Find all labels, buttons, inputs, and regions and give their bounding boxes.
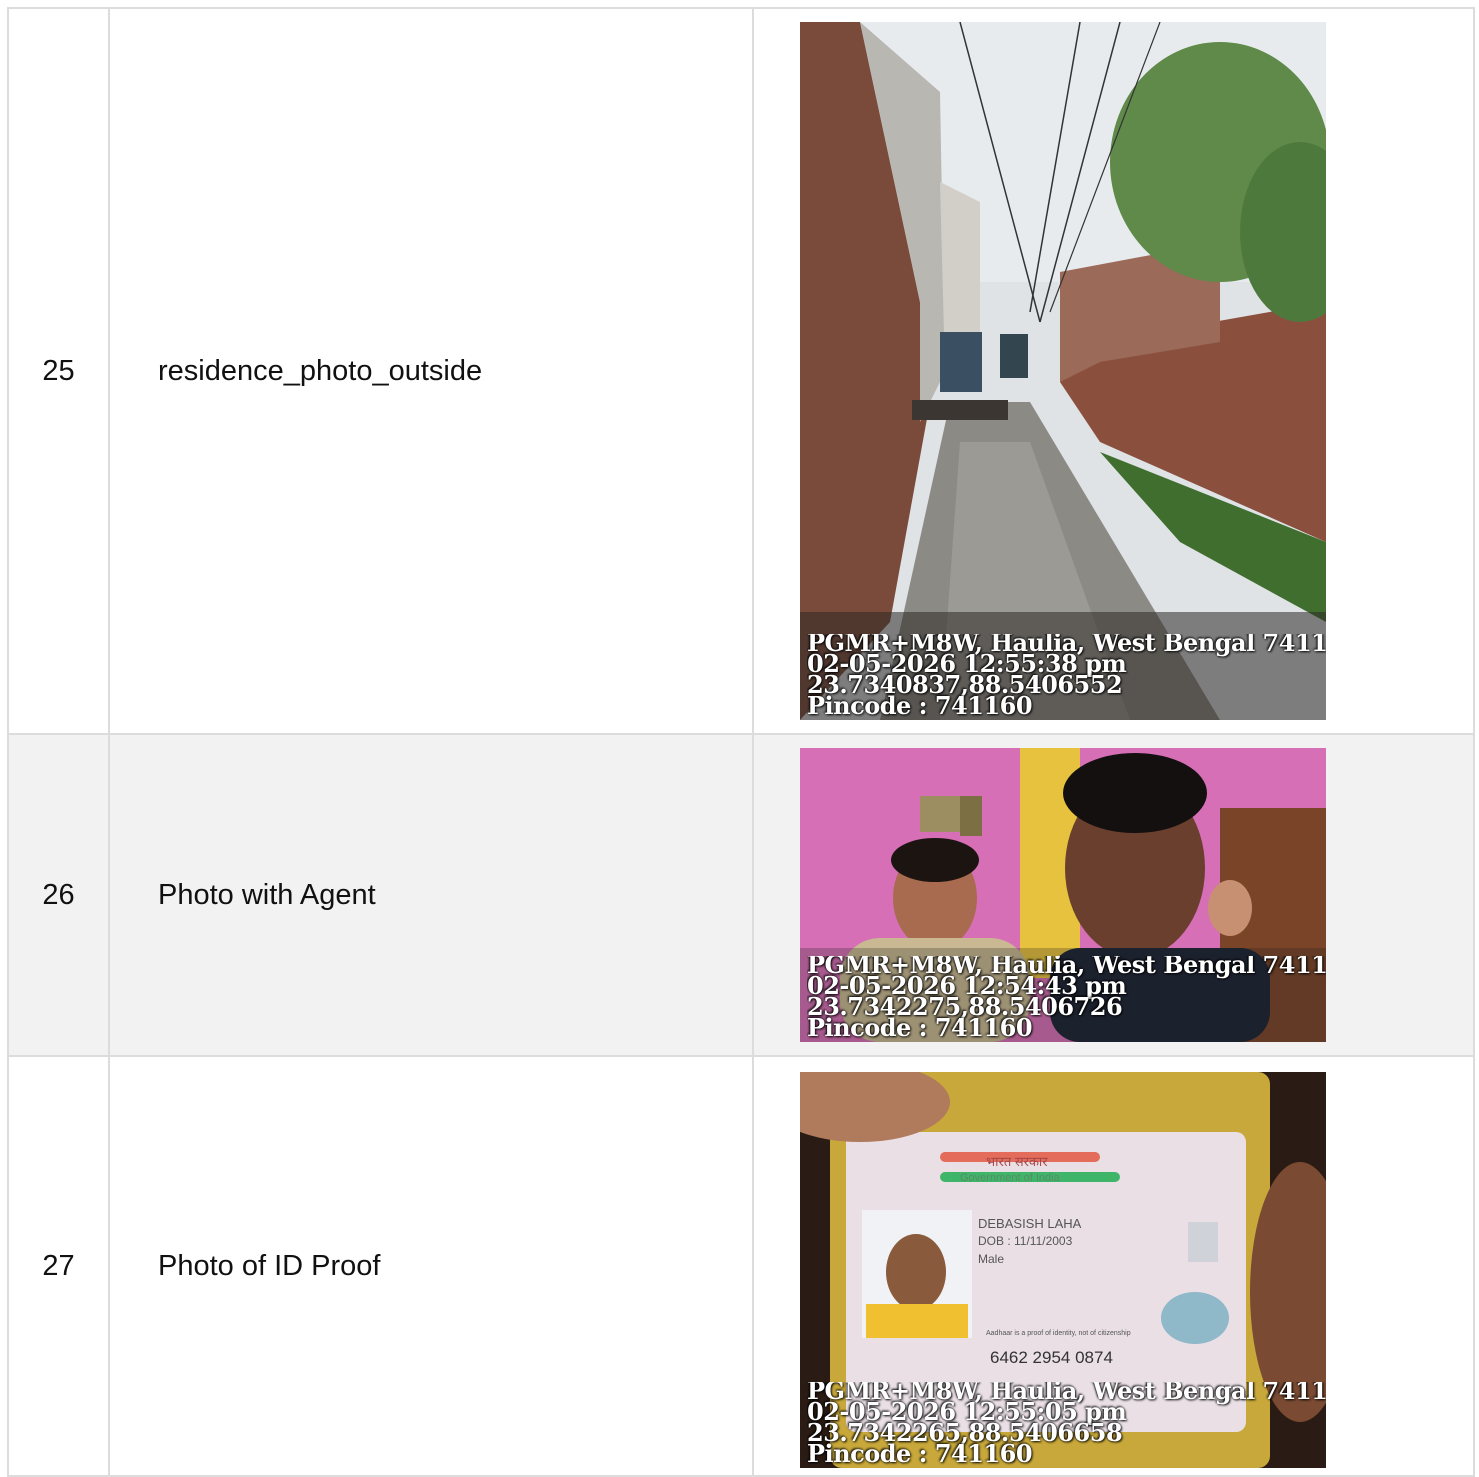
records-table: 25 residence_photo_outside PGMR+M8W, Hau…	[7, 7, 1475, 1477]
row-label: Photo of ID Proof	[108, 1055, 754, 1477]
geo-stamp: PGMR+M8W, Haulia, West Bengal 741160, 02…	[807, 1382, 1326, 1466]
card-issuer: Government of India	[960, 1172, 1060, 1184]
card-number: 6462 2954 0874	[990, 1348, 1113, 1367]
alley-scene-image	[800, 22, 1326, 720]
row-label: residence_photo_outside	[108, 7, 754, 735]
table-row: 26 Photo with Agent PGMR+M8W, Haulia, We…	[7, 733, 1475, 1057]
card-issuer-hindi: भारत सरकार	[986, 1154, 1048, 1169]
row-number: 25	[7, 7, 110, 735]
row-number: 26	[7, 733, 110, 1057]
id-proof-photo: भारत सरकार Government of India DEBASISH …	[800, 1072, 1326, 1468]
residence-photo: PGMR+M8W, Haulia, West Bengal 741160, I …	[800, 22, 1326, 720]
card-name: DEBASISH LAHA	[978, 1216, 1082, 1231]
card-note: Aadhaar is a proof of identity, not of c…	[986, 1330, 1131, 1337]
card-gender: Male	[978, 1252, 1005, 1266]
geo-stamp: PGMR+M8W, Haulia, West Bengal 741160, I …	[807, 634, 1326, 718]
geo-stamp: PGMR+M8W, Haulia, West Bengal 741160, 02…	[807, 956, 1326, 1040]
row-number: 27	[7, 1055, 110, 1477]
table-row: 25 residence_photo_outside PGMR+M8W, Hau…	[7, 7, 1475, 735]
row-label: Photo with Agent	[108, 733, 754, 1057]
table-row: 27 Photo of ID Proof भारत सरकार Governme…	[7, 1055, 1475, 1477]
card-dob: DOB : 11/11/2003	[978, 1234, 1073, 1248]
agent-photo: PGMR+M8W, Haulia, West Bengal 741160, 02…	[800, 748, 1326, 1042]
